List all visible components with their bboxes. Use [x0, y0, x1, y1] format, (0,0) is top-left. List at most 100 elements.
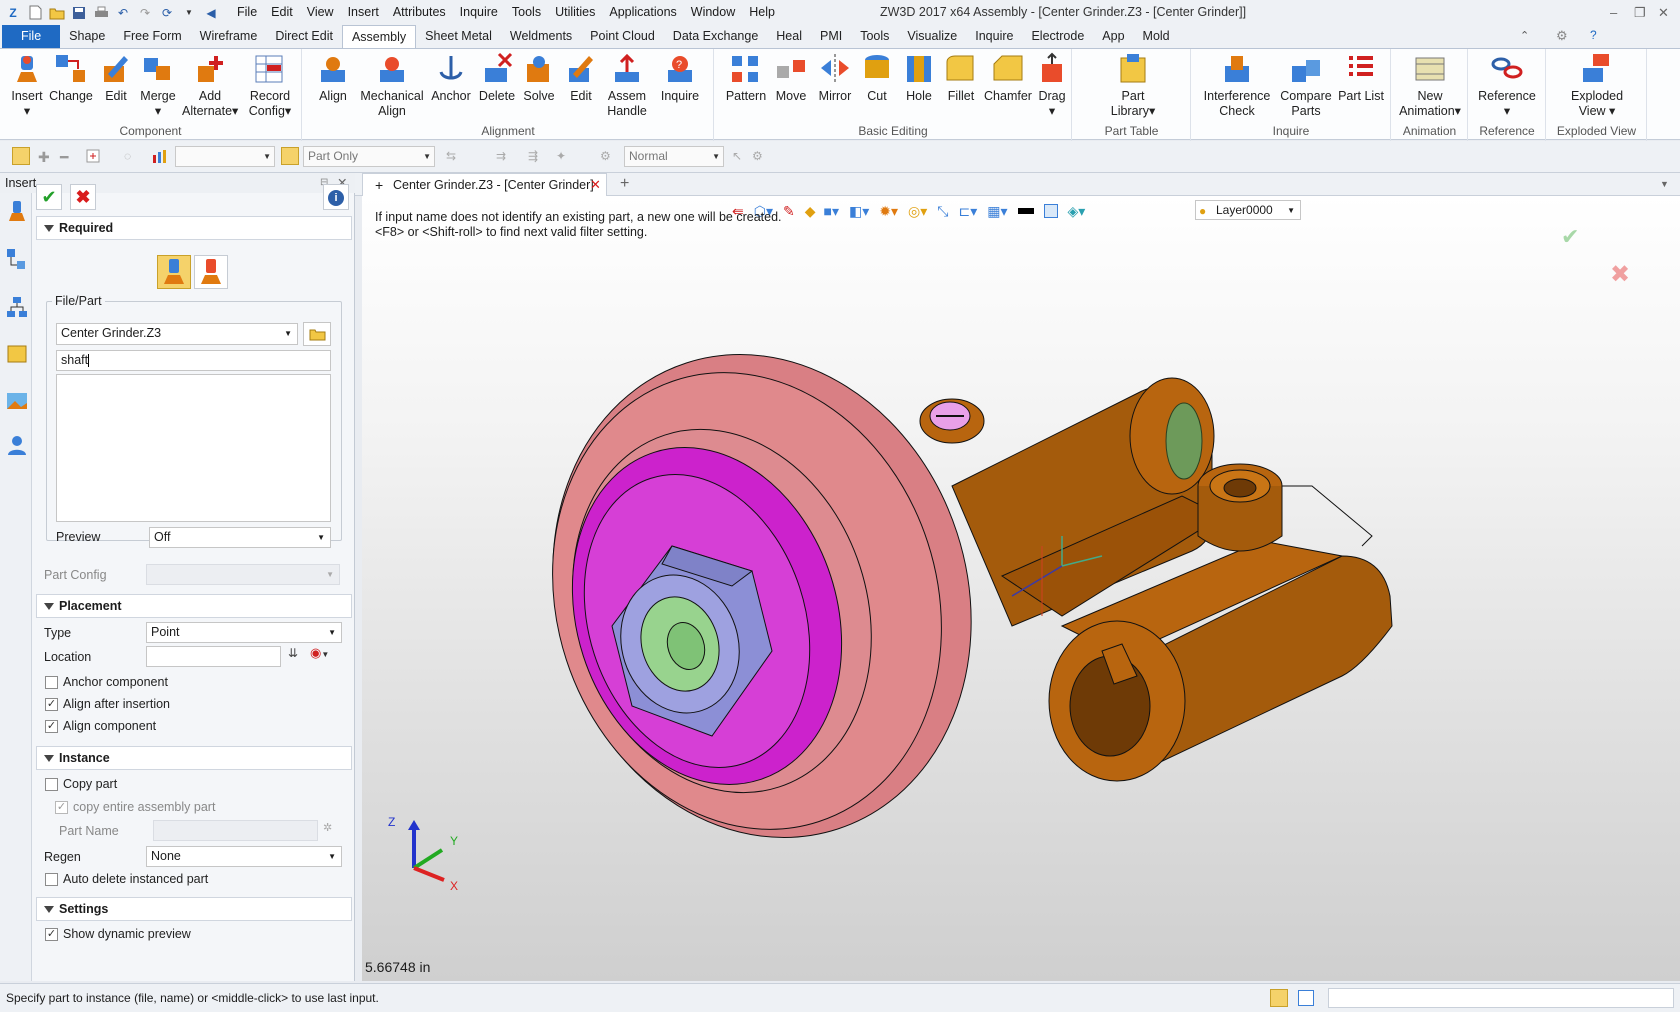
delete-constraint-button[interactable]: Delete: [477, 52, 517, 104]
align-after-insertion-checkbox[interactable]: ✓: [45, 698, 58, 711]
placement-section-header[interactable]: Placement: [36, 594, 352, 618]
anchor-button[interactable]: Anchor: [428, 52, 474, 104]
copy-part-checkbox[interactable]: [45, 778, 58, 791]
assem-handle-button[interactable]: Assem Handle: [601, 52, 653, 119]
mechanical-align-button[interactable]: Mechanical Align: [358, 52, 426, 119]
point-pick-icon[interactable]: ◉▼: [310, 645, 329, 661]
tab-data-exchange[interactable]: Data Exchange: [664, 25, 767, 48]
new-tab-icon[interactable]: +: [620, 173, 629, 195]
preview-dropdown[interactable]: Off ▼: [149, 527, 331, 548]
tab-center-grinder[interactable]: + Center Grinder.Z3 - [Center Grinder] ✕: [362, 173, 607, 196]
tab-point-cloud[interactable]: Point Cloud: [581, 25, 664, 48]
status-view-icon-2[interactable]: [1298, 990, 1314, 1006]
browse-folder-button[interactable]: [303, 322, 331, 346]
part-list-button[interactable]: Part List: [1338, 52, 1384, 104]
mirror-button[interactable]: Mirror: [815, 52, 855, 104]
tab-electrode[interactable]: Electrode: [1022, 25, 1093, 48]
tab-sheet-metal[interactable]: Sheet Metal: [416, 25, 501, 48]
pick-tool-icon[interactable]: ↖: [732, 149, 747, 164]
menu-insert[interactable]: Insert: [341, 0, 386, 25]
pattern-button[interactable]: Pattern: [723, 52, 769, 104]
redo-icon[interactable]: ↷: [136, 4, 154, 22]
inquire-alignment-button[interactable]: ? Inquire: [655, 52, 705, 104]
back-arrow-icon[interactable]: ◀: [202, 4, 220, 22]
close-icon[interactable]: ✕: [1658, 0, 1669, 25]
insert-multiple-icon[interactable]: [194, 255, 228, 289]
filter-icon[interactable]: [152, 149, 167, 164]
status-view-icon-1[interactable]: [1270, 989, 1288, 1007]
tab-file[interactable]: File: [2, 25, 61, 48]
menu-applications[interactable]: Applications: [602, 0, 683, 25]
user-role-icon[interactable]: [5, 433, 29, 457]
drag-button[interactable]: Drag ▾: [1033, 52, 1071, 119]
copy-entire-assembly-checkbox[interactable]: ✓: [55, 801, 68, 814]
part-config-dropdown[interactable]: ▼: [146, 564, 340, 585]
quick-access-dropdown-icon[interactable]: ▼: [180, 4, 198, 22]
grinder-model[interactable]: [362, 196, 1680, 981]
record-config-button[interactable]: Record Config▾: [242, 52, 298, 119]
reference-button[interactable]: Reference ▾: [1473, 52, 1541, 119]
align-component-checkbox[interactable]: ✓: [45, 720, 58, 733]
part-only-filter-combo[interactable]: Part Only ▼: [303, 146, 435, 167]
snap-gear-icon[interactable]: ⚙: [600, 149, 615, 164]
merge-button[interactable]: Merge ▾: [136, 52, 180, 119]
part-list-box[interactable]: [56, 374, 331, 522]
hole-button[interactable]: Hole: [901, 52, 937, 104]
print-icon[interactable]: [92, 4, 110, 22]
pick-options-icon[interactable]: [86, 149, 101, 164]
cut-button[interactable]: Cut: [859, 52, 895, 104]
part-filter-icon[interactable]: [281, 147, 299, 165]
info-button[interactable]: i: [323, 184, 349, 210]
fillet-button[interactable]: Fillet: [941, 52, 981, 104]
part-name-option-icon[interactable]: ✲: [323, 821, 332, 834]
tab-heal[interactable]: Heal: [767, 25, 811, 48]
part-name-input[interactable]: shaft: [56, 350, 331, 371]
type-dropdown[interactable]: Point ▼: [146, 622, 342, 643]
app-logo-icon[interactable]: Z: [4, 4, 22, 22]
tab-shape[interactable]: Shape: [60, 25, 114, 48]
display-mode-combo[interactable]: Normal ▼: [624, 146, 724, 167]
command-input[interactable]: [1328, 988, 1674, 1008]
menu-attributes[interactable]: Attributes: [386, 0, 453, 25]
tab-assembly[interactable]: Assembly: [341, 25, 417, 48]
new-animation-button[interactable]: New Animation▾: [1394, 52, 1466, 119]
collapse-ribbon-icon[interactable]: ⌃: [1520, 29, 1529, 42]
move-button[interactable]: Move: [771, 52, 811, 104]
settings-section-header[interactable]: Settings: [36, 897, 352, 921]
tab-inquire[interactable]: Inquire: [966, 25, 1022, 48]
help-icon[interactable]: ?: [1590, 28, 1597, 42]
align-button[interactable]: Align: [313, 52, 353, 104]
filter-option-3-icon[interactable]: ⇶: [528, 149, 543, 164]
edit-constraint-button[interactable]: Edit: [563, 52, 599, 104]
change-button[interactable]: Change: [48, 52, 94, 104]
file-dropdown[interactable]: Center Grinder.Z3 ▼: [56, 323, 298, 345]
select-pointer-icon[interactable]: [12, 147, 30, 165]
add-pick-icon[interactable]: ✚: [38, 149, 53, 165]
tab-free-form[interactable]: Free Form: [114, 25, 190, 48]
remove-pick-icon[interactable]: ━: [60, 149, 75, 165]
tab-app[interactable]: App: [1093, 25, 1133, 48]
part-library-side-icon[interactable]: [5, 341, 29, 365]
required-section-header[interactable]: Required: [36, 216, 352, 240]
grinder-body[interactable]: [951, 377, 1393, 782]
ok-button[interactable]: ✔: [36, 184, 62, 210]
tab-close-icon[interactable]: ✕: [590, 174, 601, 196]
insert-from-file-icon[interactable]: [157, 255, 191, 289]
lasso-icon[interactable]: ◌: [124, 149, 139, 164]
set-screw[interactable]: [919, 398, 985, 444]
refresh-icon[interactable]: ⟳: [158, 4, 176, 22]
filter-type-combo[interactable]: ▼: [175, 146, 275, 167]
minimize-icon[interactable]: –: [1610, 0, 1617, 25]
compare-parts-button[interactable]: Compare Parts: [1278, 52, 1334, 119]
menu-file[interactable]: File: [230, 0, 264, 25]
auto-delete-checkbox[interactable]: [45, 873, 58, 886]
tab-mold[interactable]: Mold: [1134, 25, 1179, 48]
menu-help[interactable]: Help: [742, 0, 782, 25]
tab-weldments[interactable]: Weldments: [501, 25, 581, 48]
cancel-button[interactable]: ✖: [70, 184, 96, 210]
pick-settings-icon[interactable]: ⚙: [752, 149, 767, 164]
solve-button[interactable]: Solve: [519, 52, 559, 104]
restore-icon[interactable]: ❐: [1634, 0, 1646, 25]
menu-view[interactable]: View: [300, 0, 341, 25]
regen-dropdown[interactable]: None ▼: [146, 846, 342, 867]
